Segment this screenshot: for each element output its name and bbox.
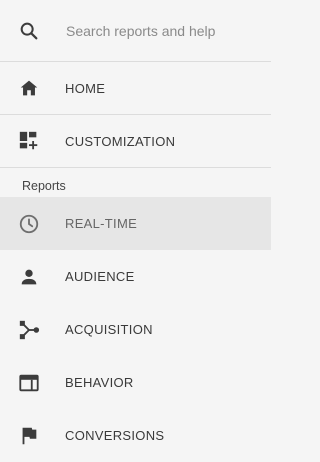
reports-section-header: Reports [22,179,66,193]
search-input[interactable] [66,22,261,39]
nav-item-label: HOME [65,80,106,96]
nav-item-label: BEHAVIOR [65,375,134,390]
nav-item-label: CONVERSIONS [65,428,165,443]
search-bar [0,0,271,62]
nav-item-audience[interactable]: AUDIENCE [0,250,271,303]
nav-item-acquisition[interactable]: ACQUISITION [0,303,271,356]
nav-item-real-time[interactable]: REAL-TIME [0,197,271,250]
nav-item-label: REAL-TIME [65,216,138,231]
search-icon[interactable] [0,20,58,42]
nav-item-behavior[interactable]: BEHAVIOR [0,356,271,409]
home-icon [0,77,58,99]
clock-icon [0,213,58,235]
dashboard-add-icon [0,130,58,152]
nav-item-customization[interactable]: CUSTOMIZATION [0,115,271,168]
flag-icon [0,425,58,447]
nav-item-home[interactable]: HOME [0,62,271,115]
nav-item-label: ACQUISITION [65,322,153,337]
person-icon [0,266,58,288]
nav-item-conversions[interactable]: CONVERSIONS [0,409,271,462]
browser-window-icon [0,372,58,394]
nav-item-label: AUDIENCE [65,269,135,284]
acquisition-icon [0,319,58,341]
sidebar-nav: HOME CUSTOMIZATION Reports REAL-TIME [0,0,271,458]
nav-item-label: CUSTOMIZATION [65,133,176,149]
